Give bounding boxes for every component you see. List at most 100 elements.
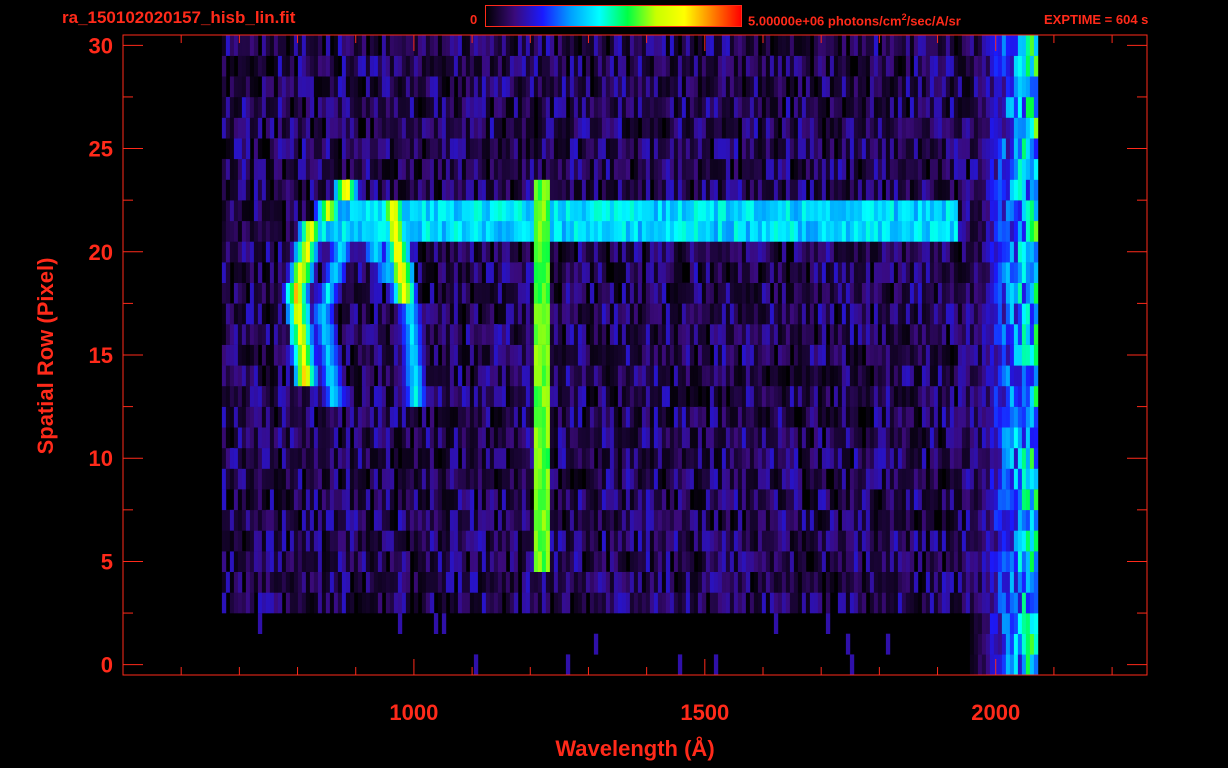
heatmap-cell	[489, 220, 495, 242]
heatmap-cell	[609, 158, 615, 180]
heatmap-cell	[865, 427, 871, 449]
heatmap-cell	[953, 365, 959, 387]
heatmap-cell	[929, 158, 935, 180]
heatmap-cell	[453, 489, 459, 511]
heatmap-cell	[645, 96, 651, 118]
heatmap-cell	[557, 303, 563, 325]
heatmap-cell	[985, 262, 991, 283]
heatmap-cell	[833, 220, 839, 242]
heatmap-cell	[793, 592, 799, 614]
heatmap-cell	[369, 179, 375, 201]
heatmap-cell	[465, 158, 471, 180]
heatmap-cell	[773, 509, 779, 531]
heatmap-cell	[893, 386, 899, 407]
heatmap-cell	[621, 427, 627, 449]
heatmap-cell	[265, 509, 271, 531]
heatmap-cell	[901, 386, 907, 407]
heatmap-cell	[381, 179, 387, 201]
heatmap-cell	[357, 592, 363, 614]
heatmap-cell	[281, 282, 287, 304]
heatmap-cell	[521, 262, 527, 283]
heatmap-cell	[945, 158, 951, 180]
heatmap-cell	[821, 468, 827, 490]
heatmap-cell	[529, 324, 535, 345]
heatmap-cell	[365, 365, 371, 387]
heatmap-cell	[645, 427, 651, 449]
heatmap-cell	[601, 344, 607, 366]
heatmap-cell	[521, 468, 527, 490]
heatmap-cell	[525, 262, 531, 283]
heatmap-cell	[685, 241, 691, 263]
heatmap-cell	[649, 220, 655, 242]
heatmap-cell	[565, 138, 571, 160]
heatmap-cell	[485, 447, 491, 469]
heatmap-cell	[985, 386, 991, 407]
heatmap-cell	[413, 282, 419, 304]
heatmap-cell	[1005, 96, 1011, 118]
heatmap-cell	[893, 592, 899, 614]
heatmap-cell	[989, 447, 995, 469]
heatmap-cell	[917, 96, 923, 118]
heatmap-cell	[541, 365, 547, 387]
heatmap-cell	[281, 489, 287, 511]
heatmap-cell	[493, 76, 499, 98]
heatmap-cell	[857, 365, 863, 387]
heatmap-cell	[569, 303, 575, 325]
heatmap-cell	[529, 76, 535, 98]
heatmap-cell	[265, 592, 271, 614]
heatmap-cell	[593, 303, 599, 325]
heatmap-cell	[633, 447, 639, 469]
heatmap-cell	[785, 571, 791, 593]
heatmap-cell	[585, 551, 591, 572]
heatmap-cell	[885, 571, 891, 593]
heatmap-cell	[717, 447, 723, 469]
heatmap-cell	[825, 344, 831, 366]
heatmap-cell	[733, 468, 739, 490]
heatmap-cell	[973, 468, 979, 490]
heatmap-cell	[273, 220, 279, 242]
heatmap-cell	[293, 468, 299, 490]
heatmap-cell	[1025, 406, 1031, 428]
heatmap-cell	[961, 158, 967, 180]
heatmap-cell	[233, 530, 239, 552]
heatmap-cell	[701, 220, 707, 242]
heatmap-cell	[369, 158, 375, 180]
heatmap-cell	[477, 571, 483, 593]
heatmap-cell	[421, 117, 427, 139]
heatmap-cell	[717, 530, 723, 552]
heatmap-cell	[337, 406, 343, 428]
heatmap-cell	[1025, 654, 1031, 676]
heatmap-cell	[873, 324, 879, 345]
heatmap-cell	[885, 406, 891, 428]
heatmap-cell	[665, 324, 671, 345]
heatmap-cell	[861, 138, 867, 160]
heatmap-cell	[725, 241, 731, 263]
heatmap-cell	[601, 447, 607, 469]
heatmap-cell	[589, 489, 595, 511]
heatmap-cell	[621, 386, 627, 407]
heatmap-cell	[281, 406, 287, 428]
heatmap-cell	[625, 406, 631, 428]
heatmap-cell	[785, 96, 791, 118]
heatmap-cell	[845, 571, 851, 593]
heatmap-cell	[257, 138, 263, 160]
heatmap-cell	[949, 241, 955, 263]
heatmap-cell	[329, 158, 335, 180]
heatmap-cell	[1033, 303, 1039, 325]
heatmap-cell	[521, 158, 527, 180]
heatmap-cell	[597, 344, 603, 366]
heatmap-cell	[945, 509, 951, 531]
heatmap-cell	[361, 530, 367, 552]
heatmap-cell	[853, 551, 859, 572]
heatmap-cell	[901, 117, 907, 139]
heatmap-cell	[429, 571, 435, 593]
heatmap-cell	[481, 241, 487, 263]
heatmap-cell	[541, 158, 547, 180]
heatmap-cell	[305, 138, 311, 160]
heatmap-cell	[521, 571, 527, 593]
heatmap-cell	[393, 179, 399, 201]
heatmap-cell	[353, 220, 359, 242]
heatmap-cell	[365, 324, 371, 345]
heatmap-cell	[681, 179, 687, 201]
heatmap-cell	[1013, 138, 1019, 160]
